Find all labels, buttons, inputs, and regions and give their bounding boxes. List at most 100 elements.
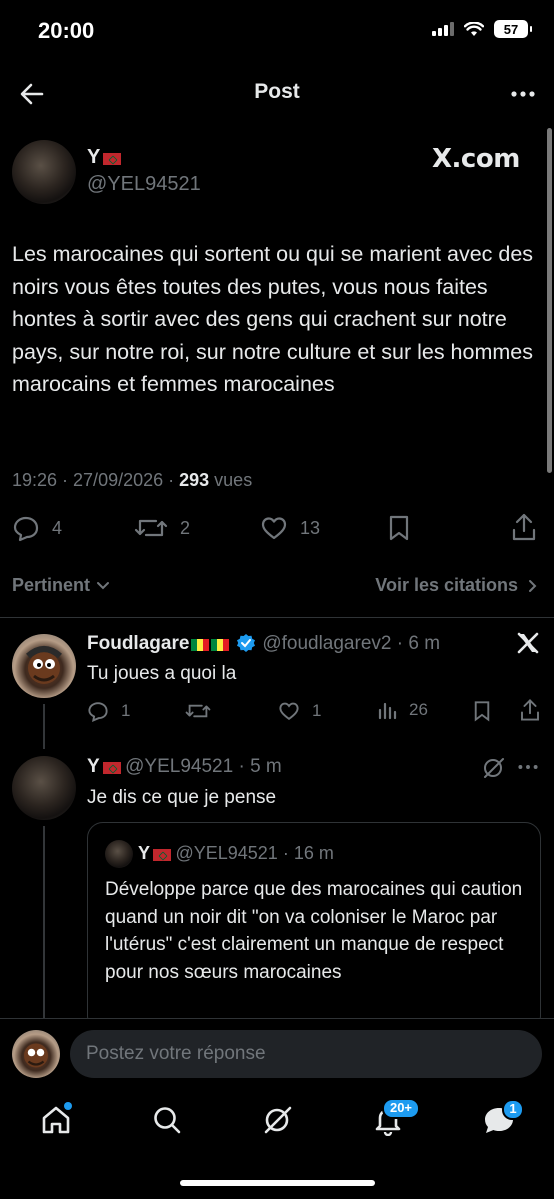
like-count: 13 [300,517,321,538]
author-name[interactable]: Y [87,146,122,169]
heart-icon [261,517,287,540]
grok-icon [484,758,504,778]
quoted-header: Y @YEL94521 · 16 m [138,843,334,864]
morocco-flag-icon [103,152,122,165]
reply-header: Foudlagare @foudlagarev2 · 6 m [87,633,440,656]
status-time: 20:00 [38,18,95,43]
repost-count: 2 [180,517,191,538]
cartoon-avatar-icon [26,646,62,684]
reply-more-button[interactable] [517,756,539,778]
author-display-name: Y [87,146,101,168]
reply-input[interactable]: Postez votre réponse [70,1030,542,1078]
reply-button[interactable]: 4 [12,514,62,542]
reply-views-count: 26 [409,700,428,719]
notifications-badge: 20+ [382,1098,420,1119]
author-avatar[interactable] [12,140,76,204]
status-icons: 57 [432,20,532,38]
verified-badge-icon [236,634,255,653]
home-unread-dot [64,1102,72,1110]
more-horizontal-icon [511,91,535,97]
more-options-button[interactable] [510,82,536,106]
quoted-time: · 16 m [277,843,334,863]
tab-messages[interactable]: 1 [482,1099,524,1136]
view-quotes-link[interactable]: Voir les citations [375,575,538,596]
post-meta: 19:26 · 27/09/2026 · 293 vues [12,470,252,491]
reply-handle[interactable]: @YEL94521 [125,756,233,777]
post-timestamp: 19:26 · 27/09/2026 · [12,470,180,490]
views-count: 293 [179,470,210,490]
reply-text: Tu joues a quoi la [87,663,237,684]
reply-count: 4 [52,517,63,538]
author-handle[interactable]: @YEL94521 [87,173,201,196]
bookmark-icon [389,515,409,541]
reply-time: · 6 m [391,633,441,654]
reply-reply-count: 1 [121,701,131,720]
quoted-avatar [105,840,133,868]
repost-icon [185,704,211,718]
signal-icon [432,22,454,36]
reply-header: Y @YEL94521 · 5 m [87,756,282,778]
reply-repost-button[interactable] [185,700,211,722]
quoted-handle: @YEL94521 [175,843,278,863]
tab-home[interactable] [40,1102,72,1136]
bookmark-icon [474,701,490,722]
more-horizontal-icon [518,765,538,769]
reply-share-button[interactable] [519,698,541,722]
reply-text: Je dis ce que je pense [87,787,277,808]
scrollbar[interactable] [547,128,552,473]
reply-time: · 5 m [233,756,282,777]
chevron-right-icon [529,579,537,592]
divider [0,617,554,618]
tab-search[interactable] [151,1104,183,1136]
sort-label: Pertinent [12,575,91,595]
wifi-icon [464,21,484,36]
thread-line [43,826,45,1026]
morocco-flag-icon [102,761,121,774]
quoted-display-name: Y [138,843,151,863]
repost-icon [134,519,168,537]
source-label: X.com [432,144,520,174]
x-logo-icon [516,631,540,655]
battery-indicator: 57 [494,20,532,38]
reply-display-name[interactable]: Y [87,756,100,777]
reply-like-count: 1 [312,701,322,720]
reply-icon [13,516,39,542]
share-icon [512,513,536,541]
share-button[interactable] [511,512,537,542]
reply-avatar[interactable] [12,756,76,820]
search-icon [154,1107,181,1134]
reply-handle[interactable]: @foudlagarev2 [262,633,391,654]
sort-dropdown[interactable]: Pertinent [12,575,110,596]
reply-like-button[interactable]: 1 [278,700,321,722]
post-text: Les marocaines qui sortent ou qui se mar… [12,242,534,396]
reply-display-name[interactable]: Foudlagare [87,633,189,654]
quoted-text: Développe parce que des marocaines qui c… [105,879,523,983]
repost-button[interactable]: 2 [134,514,190,542]
page-title: Post [254,80,300,103]
messages-badge: 1 [502,1099,524,1120]
reply-bookmark-button[interactable] [472,700,492,722]
reply-input-placeholder: Postez votre réponse [86,1043,266,1064]
heart-icon [279,702,299,721]
share-icon [521,699,539,721]
views-chart-icon [378,702,397,720]
my-avatar [12,1030,60,1078]
tab-notifications[interactable]: 20+ [372,1098,420,1136]
reply-icon [88,702,108,722]
like-button[interactable]: 13 [260,514,320,542]
reply-reply-button[interactable]: 1 [87,700,130,722]
grok-icon [264,1106,292,1134]
home-indicator [180,1180,375,1186]
reply-views-button[interactable]: 26 [377,700,428,720]
grok-button[interactable] [482,756,506,780]
thread-line [43,704,45,749]
quoted-post[interactable]: Y @YEL94521 · 16 m Développe parce que d… [87,822,541,1032]
tab-grok[interactable] [262,1104,294,1136]
reply-avatar[interactable] [12,634,76,698]
senegal-flag-icon [211,638,230,651]
cartoon-avatar-icon [24,1043,48,1068]
senegal-flag-icon [191,638,210,651]
bookmark-button[interactable] [387,514,411,542]
chevron-down-icon [97,581,110,589]
morocco-flag-icon [153,848,172,861]
